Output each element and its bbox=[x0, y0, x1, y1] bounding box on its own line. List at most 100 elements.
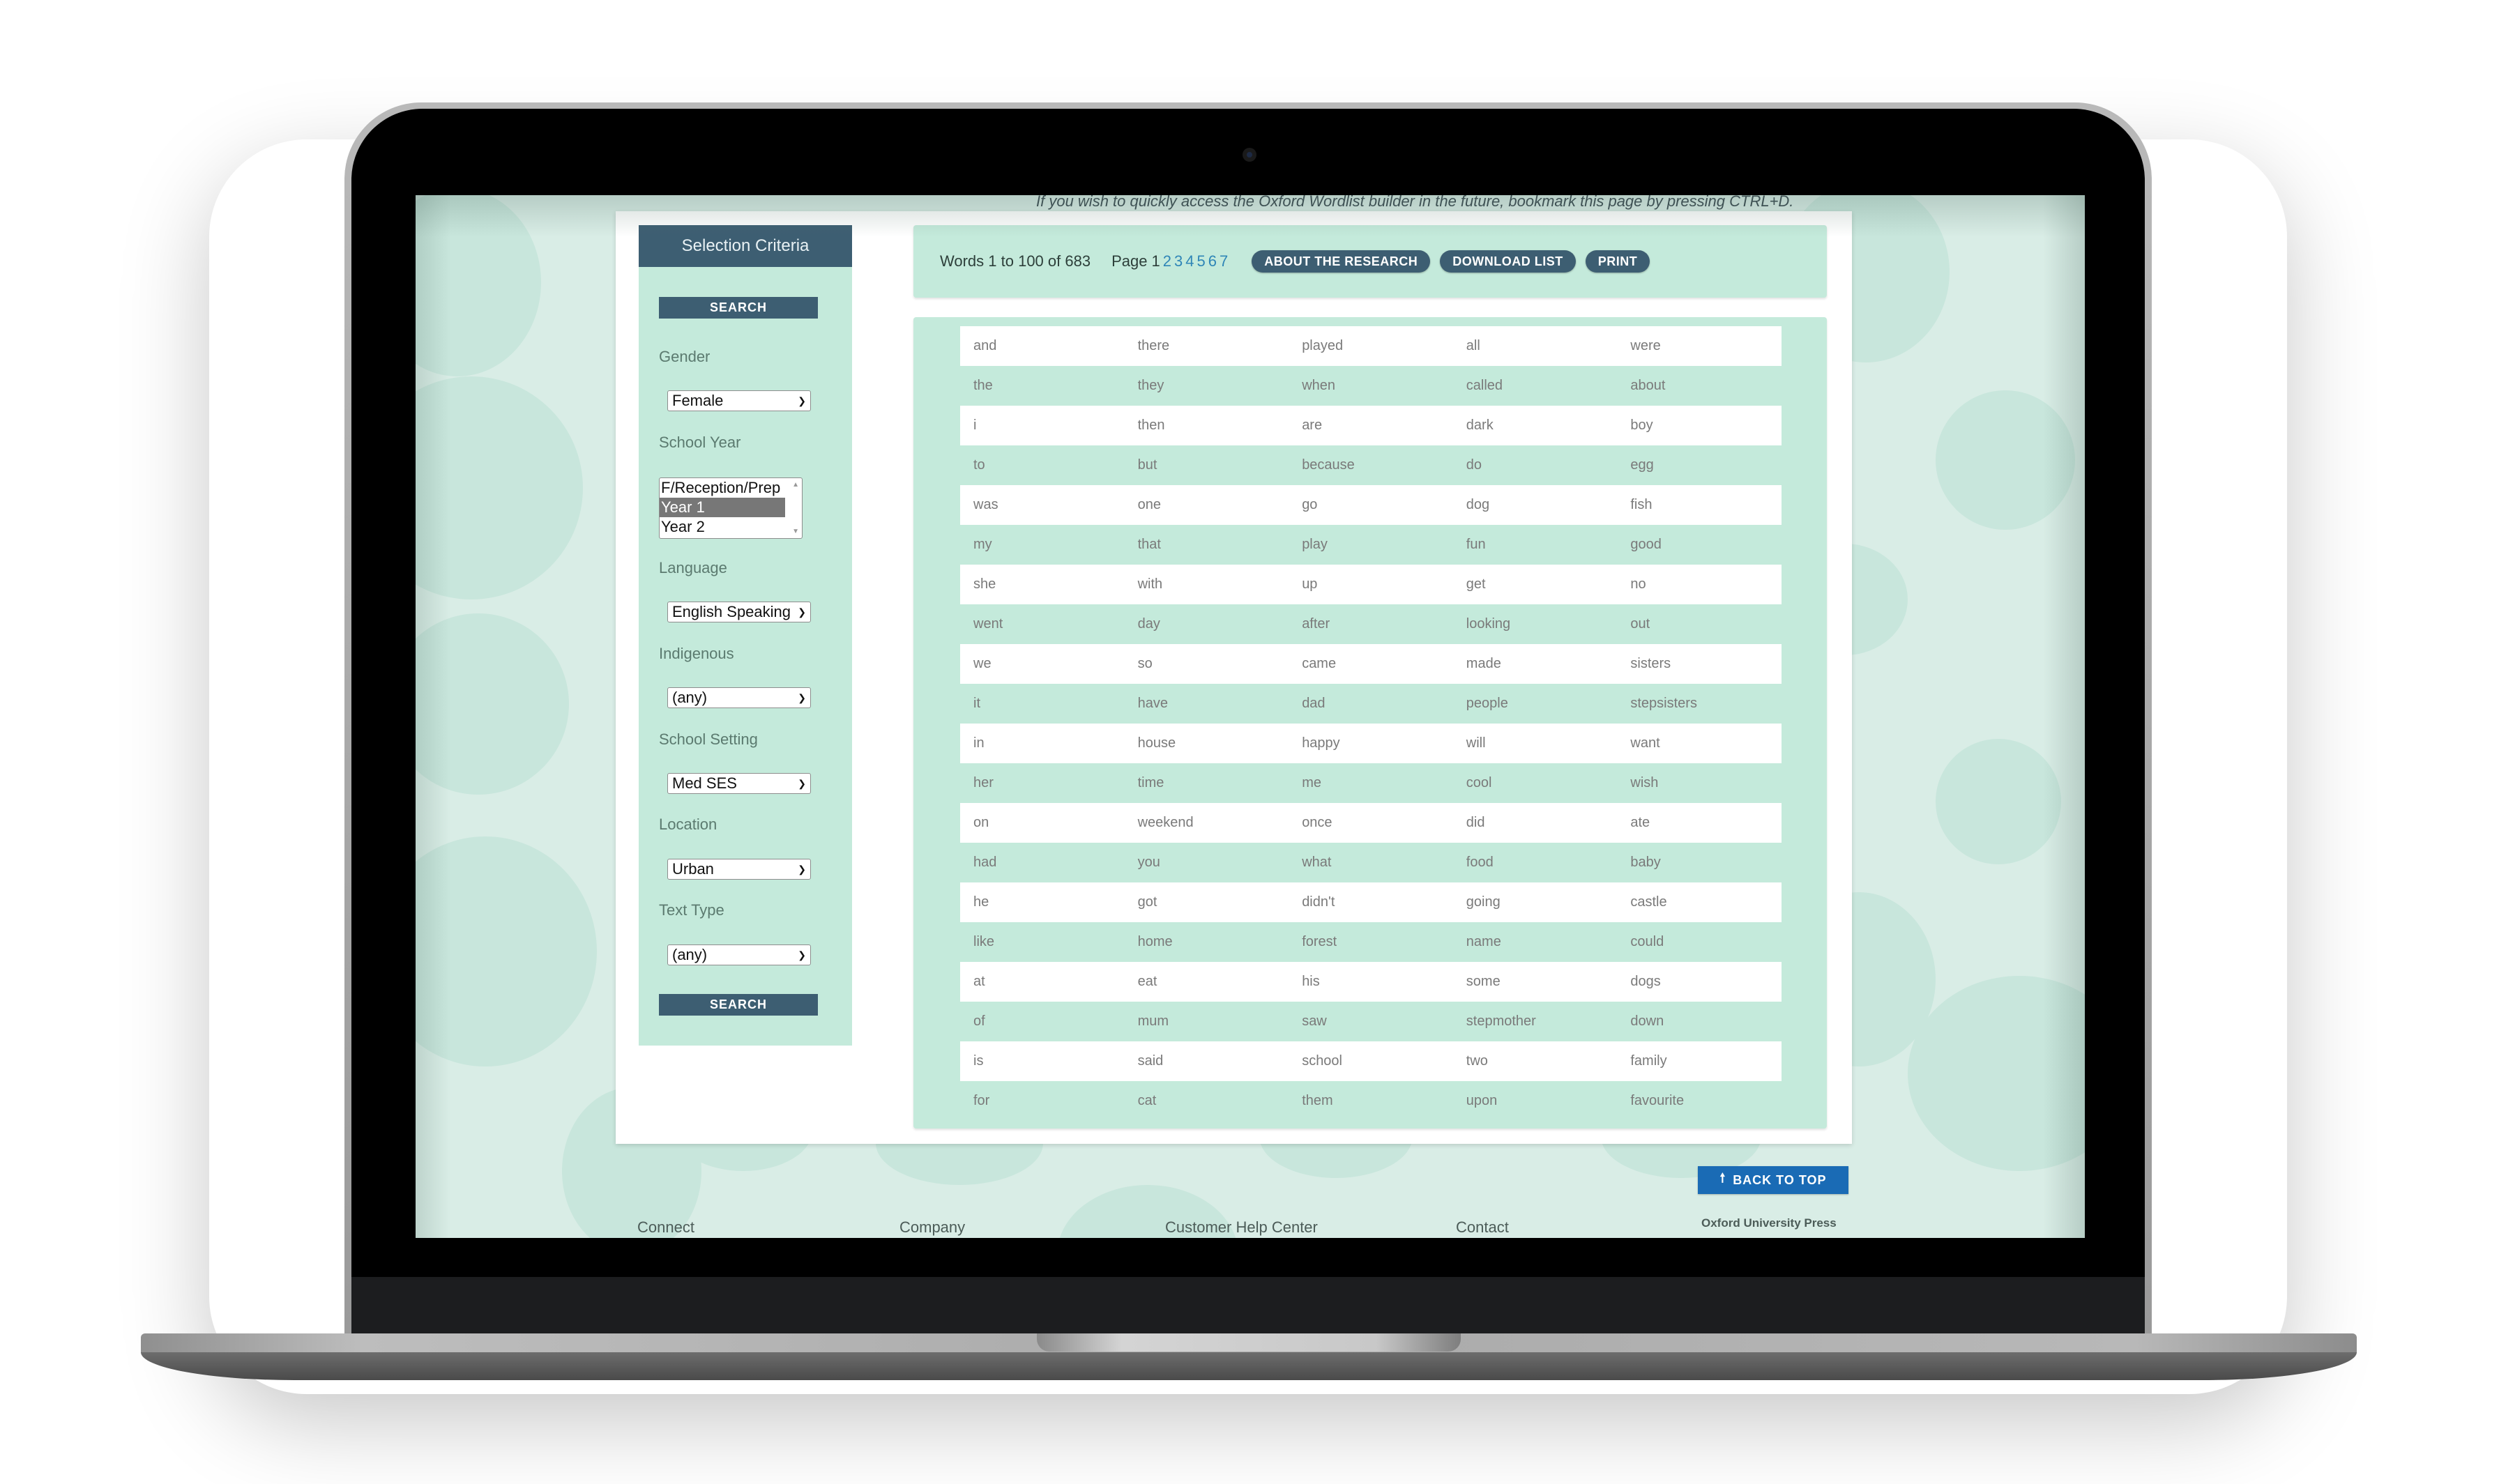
word-cell: the bbox=[960, 366, 1125, 406]
word-cell: up bbox=[1289, 565, 1453, 604]
table-row: in house happy will want bbox=[960, 724, 1782, 763]
gender-select-value: Female bbox=[672, 392, 724, 409]
word-cell: and bbox=[960, 326, 1125, 366]
word-cell: castle bbox=[1617, 882, 1782, 922]
table-row: is said school two family bbox=[960, 1041, 1782, 1081]
wordlist-panel: and there played all were the they when called ab… bbox=[913, 317, 1827, 1129]
word-cell: forest bbox=[1289, 922, 1453, 962]
footer-link-connect[interactable]: Connect bbox=[637, 1218, 694, 1237]
word-cell: fish bbox=[1617, 485, 1782, 525]
word-cell: food bbox=[1452, 843, 1618, 882]
word-cell: played bbox=[1289, 326, 1453, 366]
word-cell: stepsisters bbox=[1617, 684, 1782, 724]
word-count: Words 1 to 100 of 683 bbox=[940, 252, 1091, 270]
table-row: the they when called about bbox=[960, 366, 1782, 406]
word-cell: called bbox=[1452, 366, 1618, 406]
word-cell: after bbox=[1289, 604, 1453, 644]
word-cell: good bbox=[1617, 525, 1782, 565]
school-setting-select[interactable]: Med SES ❯ bbox=[667, 773, 811, 794]
footer-link-company[interactable]: Company bbox=[899, 1218, 965, 1237]
table-row: she with up get no bbox=[960, 565, 1782, 604]
word-cell: for bbox=[960, 1081, 1125, 1121]
chevron-down-icon: ❯ bbox=[798, 949, 806, 961]
indigenous-select[interactable]: (any) ❯ bbox=[667, 687, 811, 708]
word-cell: me bbox=[1289, 763, 1453, 803]
gender-select[interactable]: Female ❯ bbox=[667, 390, 811, 411]
text-type-select-value: (any) bbox=[672, 946, 708, 963]
language-label: Language bbox=[659, 559, 727, 576]
back-to-top-button[interactable]: 🠕 BACK TO TOP bbox=[1698, 1166, 1848, 1194]
gender-label: Gender bbox=[659, 348, 711, 365]
word-cell: cool bbox=[1452, 763, 1618, 803]
footer-link-help-center[interactable]: Customer Help Center bbox=[1165, 1218, 1318, 1237]
selection-criteria-sidebar: Selection Criteria SEARCH Gender Female … bbox=[639, 225, 852, 1046]
word-cell: about bbox=[1617, 366, 1782, 406]
word-cell: is bbox=[960, 1041, 1125, 1081]
word-cell: mum bbox=[1124, 1002, 1289, 1041]
chevron-down-icon: ❯ bbox=[798, 863, 806, 875]
table-row: at eat his some dogs bbox=[960, 962, 1782, 1002]
table-row: it have dad people stepsisters bbox=[960, 684, 1782, 724]
word-cell: going bbox=[1452, 882, 1618, 922]
bg-circle bbox=[1936, 739, 2061, 864]
text-type-select[interactable]: (any) ❯ bbox=[667, 944, 811, 965]
page-link-5[interactable]: 5 bbox=[1197, 252, 1205, 270]
word-cell: he bbox=[960, 882, 1125, 922]
school-year-listbox[interactable]: F/Reception/Prep Year 1 Year 2 ▲ ▼ bbox=[659, 477, 803, 539]
page-link-6[interactable]: 6 bbox=[1208, 252, 1217, 270]
laptop-hinge-notch bbox=[1037, 1333, 1461, 1352]
about-research-button[interactable]: ABOUT THE RESEARCH bbox=[1252, 250, 1431, 273]
table-row: had you what food baby bbox=[960, 843, 1782, 882]
scroll-down-icon[interactable]: ▼ bbox=[792, 528, 799, 535]
school-year-option[interactable]: F/Reception/Prep bbox=[660, 478, 785, 498]
table-row: we so came made sisters bbox=[960, 644, 1782, 684]
camera-icon bbox=[1243, 148, 1256, 162]
language-select[interactable]: English Speaking ❯ bbox=[667, 602, 811, 622]
chevron-down-icon: ❯ bbox=[798, 777, 806, 789]
table-row: went day after looking out bbox=[960, 604, 1782, 644]
table-row: on weekend once did ate bbox=[960, 803, 1782, 843]
word-cell: will bbox=[1452, 724, 1618, 763]
word-cell: so bbox=[1124, 644, 1289, 684]
school-year-option-selected[interactable]: Year 1 bbox=[660, 498, 785, 517]
word-cell: to bbox=[960, 445, 1125, 485]
footer-link-contact[interactable]: Contact bbox=[1456, 1218, 1509, 1237]
location-select[interactable]: Urban ❯ bbox=[667, 859, 811, 880]
main-card: Selection Criteria SEARCH Gender Female … bbox=[616, 211, 1852, 1144]
language-select-value: English Speaking bbox=[672, 603, 791, 620]
print-button[interactable]: PRINT bbox=[1585, 250, 1650, 273]
word-cell: because bbox=[1289, 445, 1453, 485]
word-cell: time bbox=[1124, 763, 1289, 803]
word-cell: were bbox=[1617, 326, 1782, 366]
word-cell: you bbox=[1124, 843, 1289, 882]
table-row: like home forest name could bbox=[960, 922, 1782, 962]
school-year-label: School Year bbox=[659, 434, 741, 451]
table-row: her time me cool wish bbox=[960, 763, 1782, 803]
arrow-up-icon: 🠕 bbox=[1719, 1171, 1726, 1185]
word-cell: at bbox=[960, 962, 1125, 1002]
scroll-up-icon[interactable]: ▲ bbox=[792, 481, 799, 489]
search-button-top[interactable]: SEARCH bbox=[659, 297, 818, 319]
page-link-4[interactable]: 4 bbox=[1185, 252, 1194, 270]
school-year-option[interactable]: Year 2 bbox=[660, 517, 785, 537]
bg-circle bbox=[1908, 976, 2085, 1171]
search-button-bottom[interactable]: SEARCH bbox=[659, 994, 818, 1016]
text-type-label: Text Type bbox=[659, 901, 724, 919]
indigenous-label: Indigenous bbox=[659, 645, 734, 662]
word-cell: down bbox=[1617, 1002, 1782, 1041]
word-cell: my bbox=[960, 525, 1125, 565]
word-cell: day bbox=[1124, 604, 1289, 644]
download-list-button[interactable]: DOWNLOAD LIST bbox=[1440, 250, 1576, 273]
word-cell: some bbox=[1452, 962, 1618, 1002]
page-link-7[interactable]: 7 bbox=[1220, 252, 1228, 270]
page-link-2[interactable]: 2 bbox=[1163, 252, 1171, 270]
bg-circle bbox=[1936, 390, 2075, 530]
word-cell: fun bbox=[1452, 525, 1618, 565]
chevron-down-icon: ❯ bbox=[798, 395, 806, 406]
laptop-chin bbox=[351, 1277, 2145, 1340]
word-cell: her bbox=[960, 763, 1125, 803]
location-label: Location bbox=[659, 816, 717, 833]
page-link-3[interactable]: 3 bbox=[1174, 252, 1183, 270]
table-row: to but because do egg bbox=[960, 445, 1782, 485]
word-cell: there bbox=[1124, 326, 1289, 366]
